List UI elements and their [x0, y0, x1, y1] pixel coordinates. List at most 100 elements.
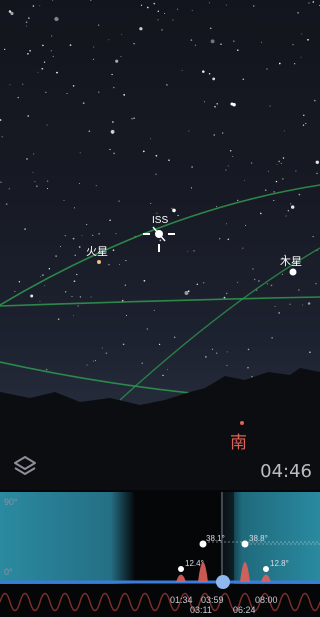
- star: [37, 71, 39, 73]
- star: [73, 315, 74, 317]
- star-field: [0, 0, 320, 378]
- star: [273, 191, 275, 193]
- star: [221, 132, 224, 134]
- star: [290, 203, 292, 205]
- star: [191, 166, 193, 168]
- star: [150, 138, 151, 140]
- star: [50, 50, 53, 52]
- star: [48, 267, 51, 270]
- star: [283, 130, 285, 132]
- star: [250, 162, 253, 164]
- star: [172, 19, 174, 21]
- star: [285, 215, 287, 217]
- star: [162, 374, 164, 377]
- star: [120, 55, 122, 58]
- star: [42, 274, 44, 276]
- star: [25, 25, 28, 27]
- star: [86, 224, 88, 226]
- star: [271, 337, 273, 339]
- star: [177, 214, 179, 217]
- star: [225, 4, 227, 6]
- star: [46, 188, 48, 189]
- star: [309, 351, 311, 353]
- star: [244, 179, 246, 181]
- current-time[interactable]: 04:46: [260, 461, 312, 482]
- star: [115, 233, 117, 235]
- star: [289, 303, 291, 305]
- mars-label[interactable]: 火星: [86, 243, 108, 259]
- star: [267, 170, 269, 172]
- star: [307, 302, 311, 305]
- star: [42, 44, 44, 47]
- star: [45, 368, 48, 371]
- star: [282, 157, 285, 159]
- star: [64, 235, 66, 237]
- iss-label[interactable]: ISS: [152, 215, 168, 226]
- star: [112, 249, 115, 251]
- star: [98, 91, 100, 93]
- star: [214, 105, 216, 108]
- star: [146, 328, 148, 330]
- star: [95, 185, 97, 187]
- star: [270, 284, 273, 287]
- star: [124, 284, 126, 286]
- star: [32, 5, 35, 7]
- star: [298, 193, 301, 196]
- star: [307, 38, 309, 41]
- star: [18, 281, 21, 283]
- star: [81, 234, 83, 236]
- star: [266, 68, 268, 70]
- star: [215, 352, 218, 354]
- star: [46, 180, 49, 182]
- layers-button[interactable]: [12, 454, 38, 480]
- star: [43, 61, 46, 63]
- star: [93, 46, 95, 48]
- star: [176, 8, 179, 10]
- star: [71, 295, 73, 297]
- star: [44, 285, 46, 287]
- star: [230, 102, 234, 106]
- star: [161, 29, 163, 31]
- star: [113, 152, 115, 155]
- star: [73, 280, 76, 283]
- star: [302, 124, 305, 126]
- star: [77, 305, 79, 307]
- orbit-path: [0, 296, 320, 307]
- star: [260, 212, 262, 215]
- star: [204, 101, 205, 103]
- iss-marker: [143, 226, 175, 252]
- pass-elevation-label: 12.8°: [270, 559, 289, 568]
- star: [73, 207, 75, 209]
- star: [242, 247, 244, 249]
- star: [98, 24, 100, 26]
- pass-timeline[interactable]: 90° 0° 12.4° 38.1° 38.8° 12.8° 01:34 03:…: [0, 490, 320, 617]
- star: [27, 52, 29, 55]
- star: [109, 148, 111, 151]
- star: [17, 96, 19, 99]
- star: [188, 130, 190, 132]
- star: [315, 282, 317, 285]
- star: [171, 207, 173, 210]
- star: [52, 55, 54, 57]
- star: [282, 178, 284, 180]
- star: [65, 291, 67, 293]
- star: [213, 134, 215, 136]
- star: [10, 11, 14, 16]
- star: [278, 62, 281, 65]
- star: [133, 42, 135, 45]
- star: [142, 150, 145, 153]
- star: [208, 73, 211, 75]
- axis-bottom-label: 0°: [4, 567, 13, 577]
- star: [8, 188, 10, 190]
- star: [305, 122, 307, 125]
- star: [58, 19, 59, 21]
- star: [27, 115, 29, 117]
- star: [123, 94, 126, 96]
- sky-view[interactable]: ISS 火星 木星: [0, 0, 320, 490]
- star: [39, 5, 41, 7]
- star: [233, 40, 235, 42]
- star: [226, 223, 228, 225]
- jupiter-dot: [289, 268, 297, 276]
- jupiter-label[interactable]: 木星: [280, 253, 302, 269]
- star: [0, 181, 2, 183]
